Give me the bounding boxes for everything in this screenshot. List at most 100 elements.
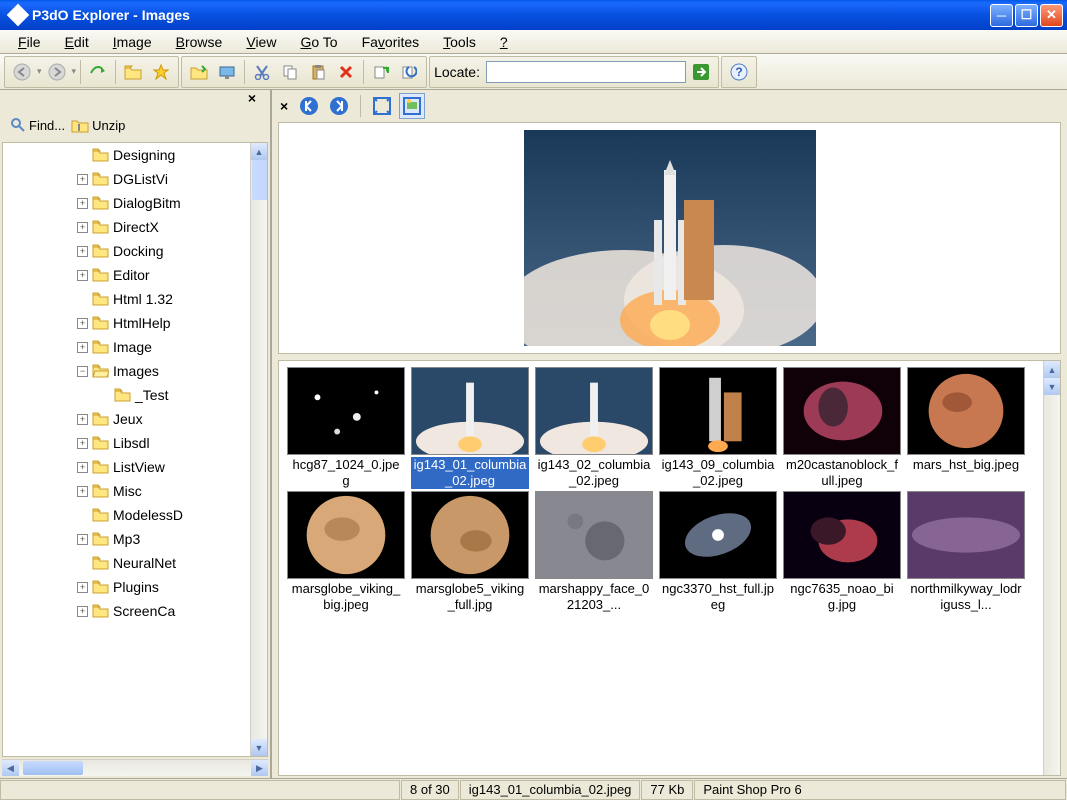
thumbnail-item[interactable]: ig143_02_columbia_02.jpeg (533, 367, 655, 489)
tree-item[interactable]: +Docking (3, 239, 250, 263)
thumbnail-item[interactable]: northmilkyway_lodriguss_l... (905, 491, 1027, 613)
desktop-button[interactable] (214, 59, 240, 85)
tree-expander[interactable]: + (77, 246, 88, 257)
tree-item[interactable]: +HtmlHelp (3, 311, 250, 335)
menu-image[interactable]: Image (103, 32, 162, 52)
tree-expander[interactable]: − (77, 366, 88, 377)
thumbnail-item[interactable]: ngc7635_noao_big.jpg (781, 491, 903, 613)
tree-expander[interactable]: + (77, 462, 88, 473)
fit-screen-button[interactable] (369, 93, 395, 119)
tree-expander[interactable]: + (77, 174, 88, 185)
tree-label: ModelessD (113, 507, 183, 523)
paste-button[interactable] (305, 59, 331, 85)
titlebar: P3dO Explorer - Images ─ ☐ ✕ (0, 0, 1067, 30)
menu-tools[interactable]: Tools (433, 32, 486, 52)
tree-item[interactable]: Html 1.32 (3, 287, 250, 311)
thumbnail-item[interactable]: hcg87_1024_0.jpeg (285, 367, 407, 489)
tree-label: ScreenCa (113, 603, 175, 619)
unzip-tool[interactable]: Unzip (71, 117, 125, 133)
tree-item[interactable]: + ScreenCa (3, 599, 250, 623)
tree-item[interactable]: +DGListVi (3, 167, 250, 191)
cut-button[interactable] (249, 59, 275, 85)
tree-item[interactable]: +ListView (3, 455, 250, 479)
maximize-button[interactable]: ☐ (1015, 4, 1038, 27)
locate-input[interactable] (486, 61, 686, 83)
back-button[interactable] (9, 59, 35, 85)
copy-button[interactable] (277, 59, 303, 85)
tree-item[interactable]: +Plugins (3, 575, 250, 599)
tree-hscrollbar[interactable]: ◀▶ (2, 759, 268, 776)
tree-expander[interactable]: + (77, 582, 88, 593)
prev-image-button[interactable] (296, 93, 322, 119)
actual-size-button[interactable] (399, 93, 425, 119)
sidebar-close-icon[interactable]: × (248, 90, 256, 106)
tree-label: DialogBitm (113, 195, 181, 211)
tree-expander[interactable]: + (77, 606, 88, 617)
menu-edit[interactable]: Edit (55, 32, 99, 52)
thumbnail-item[interactable]: marsglobe5_viking_full.jpg (409, 491, 531, 613)
menu-favorites[interactable]: Favorites (352, 32, 430, 52)
tree-item[interactable]: +DirectX (3, 215, 250, 239)
tree-item[interactable]: +Jeux (3, 407, 250, 431)
forward-button[interactable] (44, 59, 70, 85)
tree-item[interactable]: Designing (3, 143, 250, 167)
menu-?[interactable]: ? (490, 32, 518, 52)
open-folder-button[interactable] (186, 59, 212, 85)
tree-item[interactable]: + Mp3 (3, 527, 250, 551)
tree-item[interactable]: +Editor (3, 263, 250, 287)
tree-expander[interactable]: + (77, 534, 88, 545)
status-size: 77 Kb (641, 780, 693, 800)
tree-item[interactable]: +Libsdl (3, 431, 250, 455)
help-button[interactable]: ? (726, 59, 752, 85)
folder-tree[interactable]: Designing+DGListVi+DialogBitm+DirectX+Do… (2, 142, 268, 757)
export-button[interactable] (368, 59, 394, 85)
tree-scrollbar[interactable]: ▲▼ (250, 143, 267, 756)
delete-button[interactable] (333, 59, 359, 85)
locate-go-button[interactable] (688, 59, 714, 85)
thumbnail-item[interactable]: ig143_01_columbia_02.jpeg (409, 367, 531, 489)
menu-file[interactable]: File (8, 32, 51, 52)
tree-expander[interactable]: + (77, 270, 88, 281)
folder-button[interactable] (120, 59, 146, 85)
thumbnail-item[interactable]: mars_hst_big.jpeg (905, 367, 1027, 489)
tree-item[interactable]: +Image (3, 335, 250, 359)
thumbs-scrollbar[interactable]: ▲▼ (1043, 361, 1060, 775)
sidebar: × Find... Unzip Designing+DGListVi+Dialo… (0, 90, 272, 778)
next-image-button[interactable] (326, 93, 352, 119)
tree-item[interactable]: NeuralNet (3, 551, 250, 575)
tree-expander[interactable]: + (77, 342, 88, 353)
tree-item[interactable]: + DialogBitm (3, 191, 250, 215)
preview-close-icon[interactable]: × (280, 98, 288, 114)
refresh-button[interactable] (396, 59, 422, 85)
up-button[interactable] (85, 59, 111, 85)
tree-item[interactable]: +Misc (3, 479, 250, 503)
app-icon (7, 4, 30, 27)
thumbnail-item[interactable]: marshappy_face_021203_... (533, 491, 655, 613)
tree-label: Mp3 (113, 531, 140, 547)
tree-item[interactable]: ModelessD (3, 503, 250, 527)
close-button[interactable]: ✕ (1040, 4, 1063, 27)
thumbnail-item[interactable]: marsglobe_viking_big.jpeg (285, 491, 407, 613)
tree-item[interactable]: −Images (3, 359, 250, 383)
thumbnail-label: ig143_02_columbia_02.jpeg (535, 457, 653, 489)
menu-view[interactable]: View (236, 32, 286, 52)
minimize-button[interactable]: ─ (990, 4, 1013, 27)
find-tool[interactable]: Find... (10, 117, 65, 133)
tree-expander[interactable]: + (77, 318, 88, 329)
tree-expander[interactable]: + (77, 414, 88, 425)
favorites-button[interactable] (148, 59, 174, 85)
statusbar: 8 of 30 ig143_01_columbia_02.jpeg 77 Kb … (0, 778, 1067, 800)
menu-browse[interactable]: Browse (166, 32, 233, 52)
thumbnail-label: ngc3370_hst_full.jpeg (659, 581, 777, 613)
tree-item[interactable]: _Test (3, 383, 250, 407)
tree-expander[interactable]: + (77, 438, 88, 449)
thumbnail-label: mars_hst_big.jpeg (911, 457, 1021, 473)
thumbnail-item[interactable]: m20castanoblock_full.jpeg (781, 367, 903, 489)
thumbnail-item[interactable]: ig143_09_columbia_02.jpeg (657, 367, 779, 489)
thumbnail-label: ig143_09_columbia_02.jpeg (659, 457, 777, 489)
tree-expander[interactable]: + (77, 198, 88, 209)
thumbnail-item[interactable]: ngc3370_hst_full.jpeg (657, 491, 779, 613)
tree-expander[interactable]: + (77, 222, 88, 233)
menu-go-to[interactable]: Go To (290, 32, 347, 52)
tree-expander[interactable]: + (77, 486, 88, 497)
